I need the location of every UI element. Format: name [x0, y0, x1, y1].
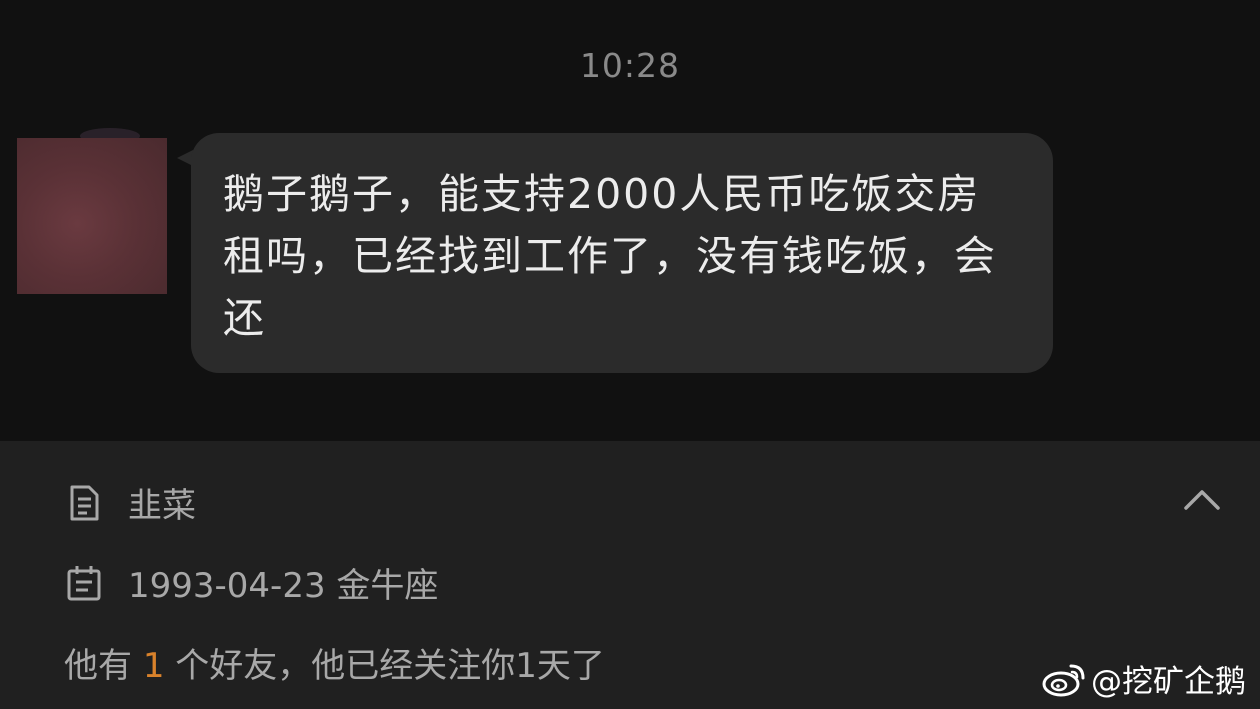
profile-name: 韭菜 [128, 486, 196, 526]
message-timestamp: 10:28 [579, 46, 681, 85]
friends-count: 1 [142, 646, 165, 686]
calendar-icon [67, 565, 101, 600]
profile-birthday: 1993-04-23 金牛座 [128, 566, 439, 606]
message-bubble[interactable]: 鹅子鹅子，能支持2000人民币吃饭交房租吗，已经找到工作了，没有钱吃饭，会还 [191, 133, 1053, 373]
message-text: 鹅子鹅子，能支持2000人民币吃饭交房租吗，已经找到工作了，没有钱吃饭，会还 [223, 170, 997, 342]
chevron-up-icon[interactable] [1182, 486, 1222, 512]
document-icon [70, 485, 99, 520]
profile-name-row: 韭菜 [64, 478, 196, 527]
chat-area: 10:28 鹅子鹅子，能支持2000人民币吃饭交房租吗，已经找到工作了，没有钱吃… [0, 0, 1260, 441]
friends-prefix: 他有 [64, 646, 143, 686]
friends-suffix: 个好友，他已经关注你1天了 [164, 646, 605, 686]
watermark-text: @挖矿企鹅 [1091, 664, 1246, 700]
weibo-icon [1042, 664, 1085, 696]
friends-info: 他有 1 个好友，他已经关注你1天了 [64, 638, 605, 687]
watermark: @挖矿企鹅 [1041, 656, 1246, 701]
profile-birthday-row: 1993-04-23 金牛座 [64, 558, 438, 607]
sender-avatar[interactable] [17, 138, 167, 294]
